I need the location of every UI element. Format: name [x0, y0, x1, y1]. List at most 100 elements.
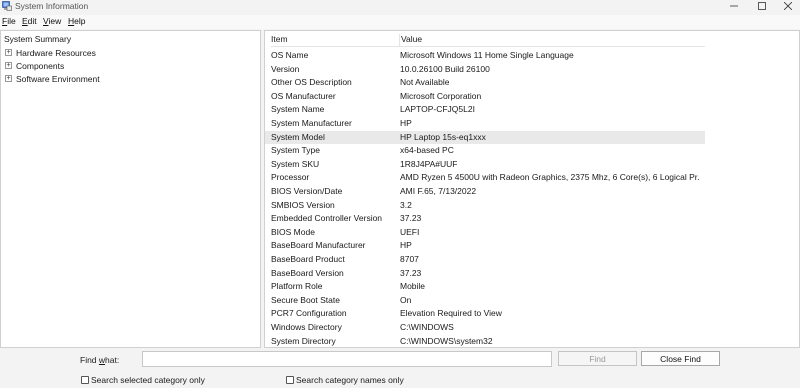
tree-item-system-summary[interactable]: System Summary: [4, 34, 71, 44]
category-tree[interactable]: System Summary + Hardware Resources + Co…: [0, 30, 261, 348]
row-item-cell: BaseBoard Product: [271, 254, 345, 264]
row-value-cell: UEFI: [400, 226, 420, 237]
row-value-cell: AMI F.65, 7/13/2022: [400, 186, 477, 196]
table-row[interactable]: SMBIOS Version 3.2: [265, 199, 705, 212]
row-value-cell: HP: [400, 118, 412, 128]
table-row[interactable]: Other OS Description Not Available: [265, 76, 705, 89]
table-row[interactable]: System Type x64-based PC: [265, 144, 705, 157]
menu-view[interactable]: View: [43, 16, 61, 26]
table-row[interactable]: OS Manufacturer Microsoft Corporation: [265, 90, 705, 103]
tree-item-label: Software Environment: [16, 74, 100, 84]
row-item-cell: OS Manufacturer: [271, 90, 336, 101]
menu-help[interactable]: Help: [68, 16, 85, 26]
table-row[interactable]: PCR7 Configuration Elevation Required to …: [265, 307, 705, 320]
search-selected-category-checkbox[interactable]: Search selected category only: [81, 375, 205, 385]
row-item-cell: BaseBoard Manufacturer: [271, 240, 366, 251]
row-item-cell: SMBIOS Version: [271, 199, 335, 210]
table-row[interactable]: System Model HP Laptop 15s-eq1xxx: [265, 130, 705, 144]
row-item-cell: BIOS Version/Date: [271, 186, 343, 196]
row-value-cell: HP: [400, 240, 412, 251]
checkbox-box[interactable]: [286, 376, 294, 384]
row-value-cell: Not Available: [400, 77, 450, 88]
find-what-label: Find what:: [80, 355, 120, 365]
expand-icon[interactable]: +: [5, 75, 12, 82]
row-item-cell: BIOS Mode: [271, 226, 315, 237]
title-bar: System Information: [0, 0, 800, 14]
row-value-cell: HP Laptop 15s-eq1xxx: [400, 131, 486, 142]
window-title: System Information: [15, 1, 89, 11]
table-row[interactable]: BaseBoard Product 8707: [265, 253, 705, 266]
row-item-cell: OS Name: [271, 50, 309, 60]
row-item-cell: Version: [271, 63, 300, 74]
row-value-cell: 3.2: [400, 199, 412, 210]
menu-file[interactable]: File: [2, 16, 16, 26]
table-row[interactable]: System Manufacturer HP: [265, 117, 705, 130]
row-value-cell: C:\WINDOWS\system32: [400, 335, 493, 346]
table-row[interactable]: BIOS Mode UEFI: [265, 226, 705, 239]
minimize-icon: [730, 5, 738, 7]
row-value-cell: Mobile: [400, 281, 426, 292]
row-item-cell: Secure Boot State: [271, 294, 340, 305]
expand-icon[interactable]: +: [5, 49, 12, 56]
table-row[interactable]: Version 10.0.26100 Build 26100: [265, 63, 705, 76]
table-row[interactable]: Platform Role Mobile: [265, 280, 705, 293]
table-row[interactable]: Processor AMD Ryzen 5 4500U with Radeon G…: [265, 171, 705, 184]
row-value-cell: 37.23: [400, 267, 422, 278]
maximize-icon: [758, 2, 766, 10]
column-header-item[interactable]: Item: [271, 34, 399, 47]
table-row[interactable]: BaseBoard Version 37.23: [265, 267, 705, 280]
tree-item-label: Hardware Resources: [16, 48, 96, 58]
checkbox-box[interactable]: [81, 376, 89, 384]
row-item-cell: System Model: [271, 131, 325, 142]
row-item-cell: Processor: [271, 172, 310, 183]
row-item-cell: Windows Directory: [271, 322, 342, 332]
find-what-input[interactable]: [142, 351, 552, 367]
row-item-cell: PCR7 Configuration: [271, 308, 347, 319]
expand-icon[interactable]: +: [5, 62, 12, 69]
table-row[interactable]: Embedded Controller Version 37.23: [265, 212, 705, 225]
row-value-cell: 8707: [400, 254, 419, 264]
details-list[interactable]: Item Value OS Name Microsoft Windows 11 H…: [264, 30, 800, 348]
search-category-names-label: Search category names only: [296, 375, 404, 385]
row-value-cell: Microsoft Corporation: [400, 90, 482, 101]
row-value-cell: 10.0.26100 Build 26100: [400, 63, 490, 74]
menu-edit-label: dit: [27, 16, 37, 26]
row-value-cell: LAPTOP-CFJQ5L2I: [400, 104, 475, 115]
row-item-cell: System Manufacturer: [271, 118, 352, 128]
close-find-button[interactable]: Close Find: [641, 351, 720, 366]
table-row[interactable]: OS Name Microsoft Windows 11 Home Single …: [265, 49, 705, 62]
close-button[interactable]: [772, 0, 800, 12]
table-row[interactable]: System Name LAPTOP-CFJQ5L2I: [265, 103, 705, 116]
find-button[interactable]: Find: [558, 351, 637, 366]
row-item-cell: Embedded Controller Version: [271, 213, 383, 224]
row-item-cell: System Directory: [271, 335, 336, 346]
menu-view-label: iew: [48, 16, 62, 26]
table-row[interactable]: BIOS Version/Date AMI F.65, 7/13/2022: [265, 185, 705, 198]
row-value-cell: 1R8J4PA#UUF: [400, 158, 458, 169]
row-item-cell: System Type: [271, 145, 320, 156]
menu-bar: File Edit View Help: [0, 15, 800, 29]
row-value-cell: x64-based PC: [400, 145, 454, 156]
menu-file-label: ile: [7, 16, 16, 26]
row-value-cell: On: [400, 294, 412, 305]
system-information-icon: [2, 1, 12, 11]
row-item-cell: System Name: [271, 104, 325, 115]
row-item-cell: System SKU: [271, 158, 320, 169]
search-category-names-checkbox[interactable]: Search category names only: [286, 375, 404, 385]
table-row[interactable]: System Directory C:\WINDOWS\system32: [265, 335, 705, 347]
column-header-value[interactable]: Value: [399, 34, 705, 47]
search-selected-category-label: Search selected category only: [91, 375, 205, 385]
table-row[interactable]: Windows Directory C:\WINDOWS: [265, 321, 705, 334]
table-row[interactable]: System SKU 1R8J4PA#UUF: [265, 158, 705, 171]
row-value-cell: C:\WINDOWS: [400, 322, 454, 332]
table-row[interactable]: BaseBoard Manufacturer HP: [265, 239, 705, 252]
table-row[interactable]: Secure Boot State On: [265, 294, 705, 307]
row-value-cell: AMD Ryzen 5 4500U with Radeon Graphics, …: [400, 172, 700, 183]
find-bar: Find what: Find Close Find Search select…: [0, 349, 800, 388]
row-value-cell: 37.23: [400, 213, 422, 224]
row-item-cell: Platform Role: [271, 281, 323, 292]
close-icon: [784, 2, 792, 10]
menu-edit[interactable]: Edit: [22, 16, 37, 26]
row-value-cell: Microsoft Windows 11 Home Single Languag…: [400, 50, 574, 60]
row-value-cell: Elevation Required to View: [400, 308, 502, 319]
